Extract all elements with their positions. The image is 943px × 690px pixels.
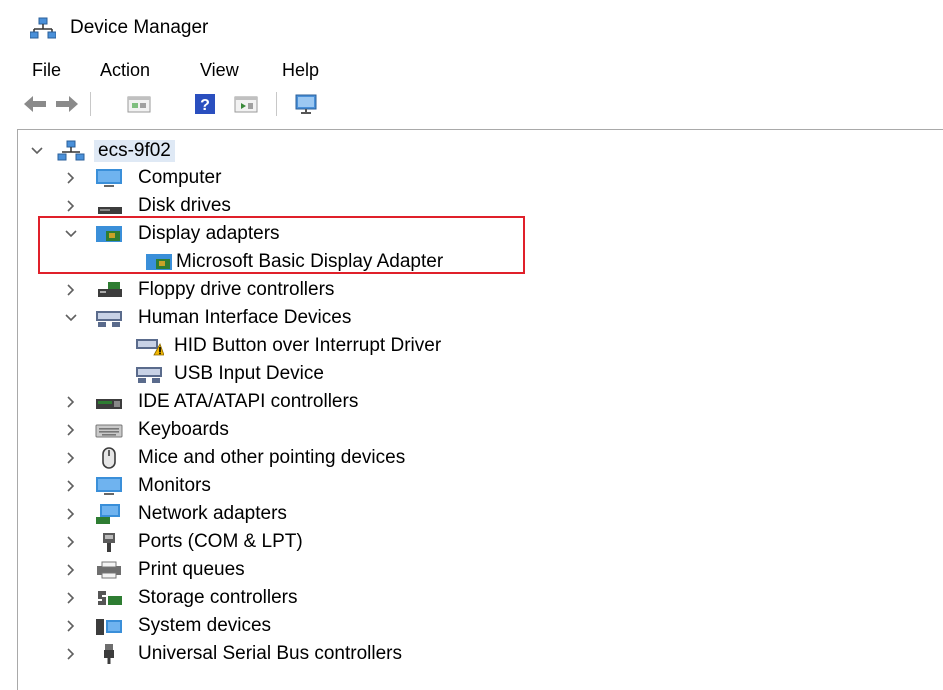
properties-icon[interactable] [126,92,152,116]
tree-item-print-queues[interactable]: Print queues [60,556,420,584]
chevron-right-icon[interactable] [64,507,78,521]
tree-item-monitors[interactable]: Monitors [60,472,420,500]
tree-item-usb-input-device[interactable]: USB Input Device [100,360,520,388]
tree-item-keyboards[interactable]: Keyboards [60,416,420,444]
tree-item-label: IDE ATA/ATAPI controllers [138,391,359,412]
tree-item-system-devices[interactable]: System devices [60,612,420,640]
chevron-right-icon[interactable] [64,535,78,549]
menu-view[interactable]: View [198,60,241,81]
menu-file[interactable]: File [30,60,63,81]
tree-item-human-interface-devices[interactable]: Human Interface Devices [60,304,420,332]
update-driver-icon[interactable] [233,92,259,116]
tree-root[interactable]: ecs-9f02 [26,137,226,165]
menu-help[interactable]: Help [280,60,321,81]
tree-item-label: USB Input Device [174,363,324,384]
tree-item-label: System devices [138,615,272,636]
chevron-right-icon[interactable] [64,619,78,633]
tree-item-mice-and-other-pointing-devices[interactable]: Mice and other pointing devices [60,444,520,472]
help-icon[interactable]: ? [192,92,218,116]
port-icon [103,533,115,552]
tree-item-label: Disk drives [138,195,231,216]
tree-item-label: Universal Serial Bus controllers [138,643,402,664]
tree-item-label: Monitors [138,475,211,496]
tree-item-label: Computer [138,167,222,188]
chevron-right-icon[interactable] [64,591,78,605]
tree-item-label: Human Interface Devices [138,307,352,328]
toolbar-separator [90,92,91,116]
chevron-right-icon[interactable] [64,451,78,465]
scan-hardware-icon[interactable] [294,92,320,116]
forward-arrow-icon[interactable] [54,92,80,116]
chevron-right-icon[interactable] [64,199,78,213]
hid-icon [136,367,162,383]
chevron-right-icon[interactable] [64,283,78,297]
tree-item-label: Storage controllers [138,587,298,608]
tree-item-ports[interactable]: Ports (COM & LPT) [60,528,420,556]
tree-item-label: Ports (COM & LPT) [138,531,303,552]
hid-icon [96,311,122,327]
hid-warning-icon [136,339,164,356]
title-bar: Device Manager [0,0,943,56]
storage-controller-icon [98,591,122,605]
highlight-box [38,216,525,274]
chevron-right-icon[interactable] [64,563,78,577]
tree-item-storage-controllers[interactable]: Storage controllers [60,584,420,612]
ide-controller-icon [96,399,122,409]
chevron-right-icon[interactable] [64,171,78,185]
system-devices-icon [96,619,122,635]
tree-item-ide-ata-atapi-controllers[interactable]: IDE ATA/ATAPI controllers [60,388,420,416]
tree-item-universal-serial-bus-controllers[interactable]: Universal Serial Bus controllers [60,640,520,668]
tree-item-floppy-drive-controllers[interactable]: Floppy drive controllers [60,276,420,304]
toolbar: ? [0,88,943,122]
tree-item-label: HID Button over Interrupt Driver [174,335,442,356]
usb-icon [104,644,114,664]
chevron-down-icon[interactable] [30,144,44,158]
tree-item-computer[interactable]: Computer [60,164,360,192]
floppy-controller-icon [98,282,122,297]
computer-network-icon [57,140,85,161]
chevron-right-icon[interactable] [64,647,78,661]
tree-item-label: Network adapters [138,503,287,524]
computer-network-icon [30,17,56,39]
chevron-right-icon[interactable] [64,395,78,409]
computer-icon [96,169,122,187]
printer-icon [97,561,121,579]
tree-item-network-adapters[interactable]: Network adapters [60,500,420,528]
svg-text:?: ? [200,97,210,114]
chevron-right-icon[interactable] [64,423,78,437]
menu-bar: File Action View Help [0,56,943,86]
disk-drive-icon [98,207,122,214]
tree-item-label: Print queues [138,559,245,580]
network-adapter-icon [96,504,120,524]
keyboard-icon [95,424,123,438]
back-arrow-icon[interactable] [22,92,48,116]
chevron-right-icon[interactable] [64,479,78,493]
tree-root-label: ecs-9f02 [94,140,175,162]
chevron-down-icon[interactable] [64,311,78,325]
tree-item-label: Mice and other pointing devices [138,447,406,468]
toolbar-separator [276,92,277,116]
menu-action[interactable]: Action [98,60,152,81]
tree-item-hid-button-over-interrupt-driver[interactable]: HID Button over Interrupt Driver [100,332,520,360]
tree-item-label: Keyboards [138,419,229,440]
tree-item-label: Floppy drive controllers [138,279,335,300]
monitor-icon [96,477,122,495]
window-title: Device Manager [70,17,209,38]
mouse-icon [102,447,116,469]
